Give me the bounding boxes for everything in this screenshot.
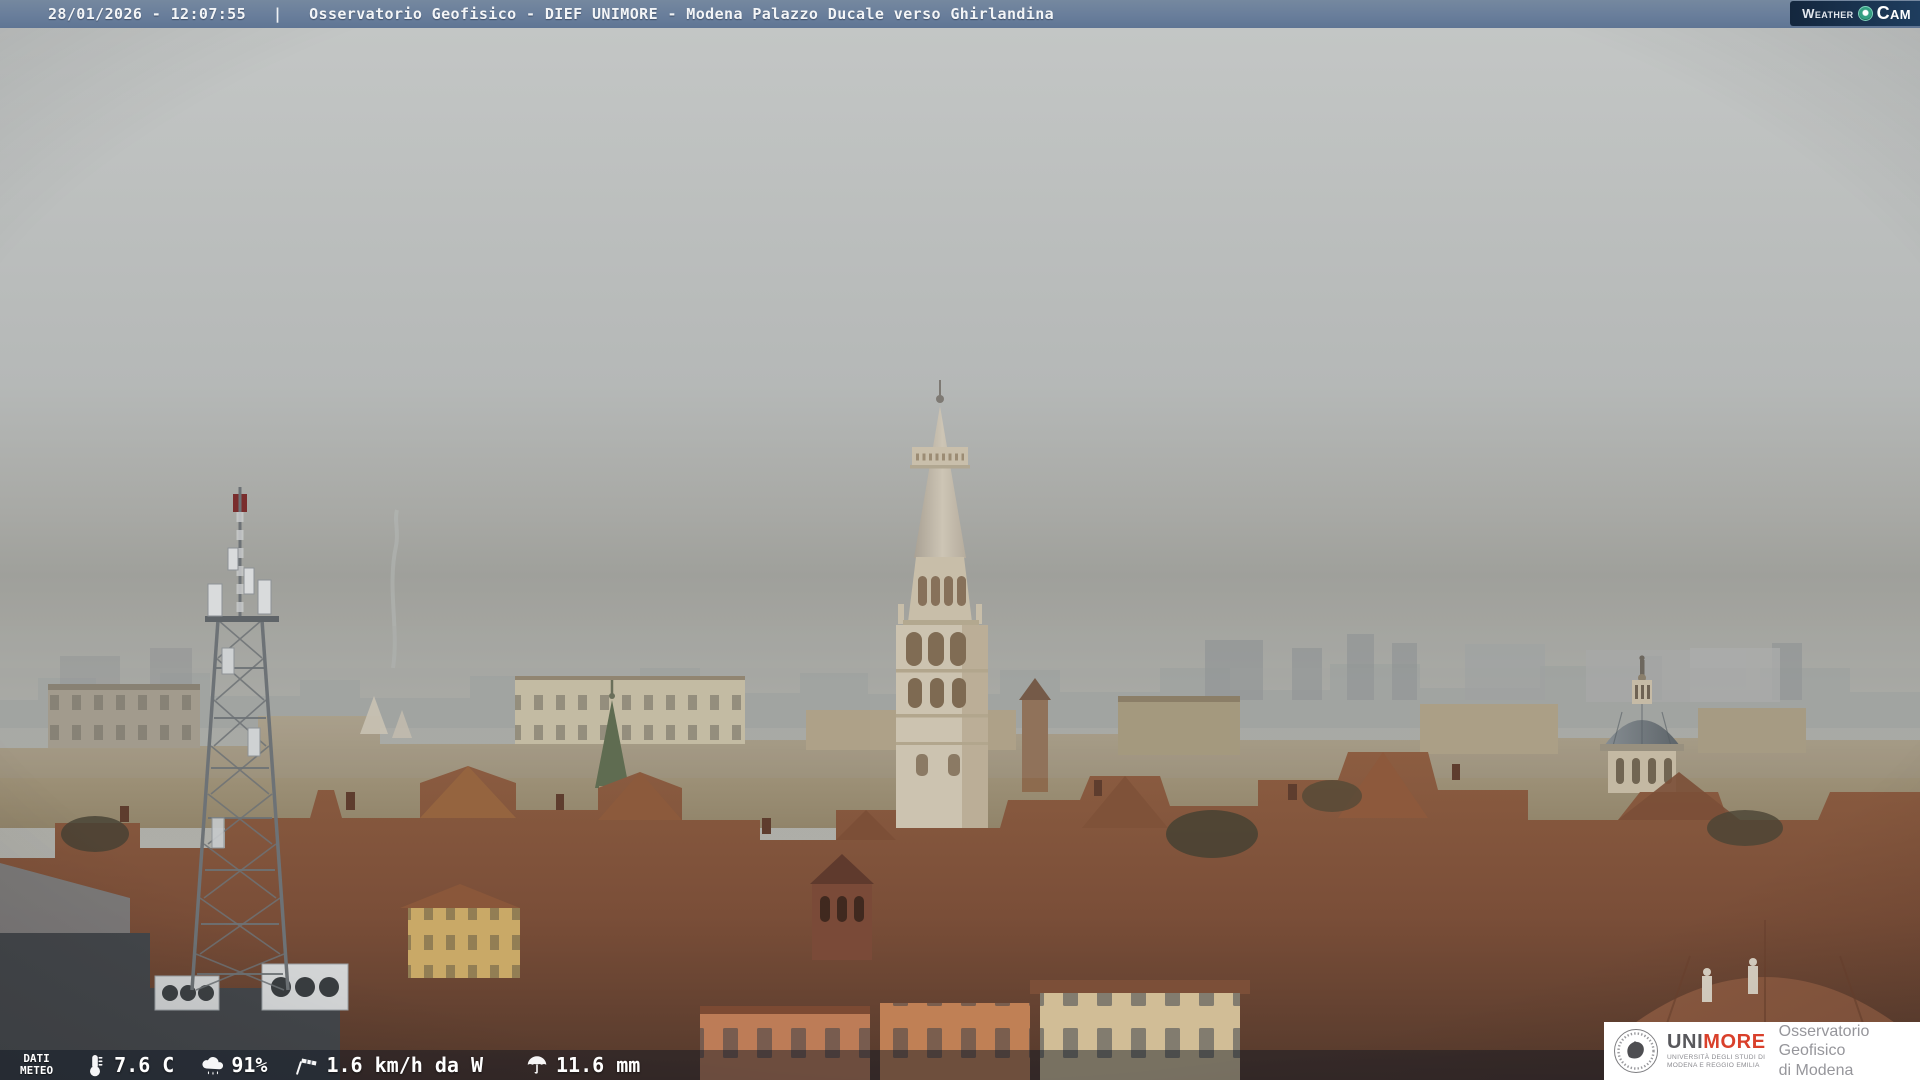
weathercam-logo-cam: Cam [1876,3,1911,23]
umbrella-icon [527,1056,547,1074]
rain-readout: 11.6 mm [525,1053,640,1077]
weather-data-label: DATI METEO [20,1052,54,1077]
observatory-name-line2: di Modena [1778,1061,1854,1079]
webcam-frame: 28/01/2026 - 12:07:55 | Osservatorio Geo… [0,0,1920,1080]
unimore-branding: UNIMORE UNIVERSITÀ DEGLI STUDI DI MODENA… [1604,1022,1920,1080]
unimore-uni: UNI [1667,1030,1704,1053]
temperature-value: 7.6 C [114,1053,175,1077]
humidity-cloud-icon [202,1056,224,1075]
city-panorama-photo [0,28,1920,1080]
windsock-icon [296,1058,317,1075]
vignette [0,28,1920,1080]
observatory-name: Osservatorio Geofisico di Modena [1779,1022,1920,1080]
observatory-name-line1: Osservatorio Geofisico [1778,1022,1870,1060]
wind-value: 1.6 km/h da W [326,1053,484,1077]
weather-data-label-line2: METEO [20,1064,54,1077]
thermometer-icon [90,1055,103,1077]
unimore-more: MORE [1703,1030,1766,1053]
unimore-wordmark: UNIMORE UNIVERSITÀ DEGLI STUDI DI MODENA… [1667,1032,1766,1071]
unimore-sub-line2: MODENA E REGGIO EMILIA [1667,1062,1760,1070]
weathercam-logo: Weather Cam [1790,1,1920,26]
separator: | [273,5,283,23]
rain-value: 11.6 mm [556,1053,641,1077]
weathercam-logo-weather: Weather [1802,6,1854,21]
wind-readout: 1.6 km/h da W [295,1053,483,1077]
temperature-readout: 7.6 C [83,1053,174,1077]
humidity-readout: 91% [200,1053,267,1077]
timestamp: 28/01/2026 - 12:07:55 [48,5,247,23]
header-bar: 28/01/2026 - 12:07:55 | Osservatorio Geo… [0,0,1920,28]
humidity-value: 91% [231,1053,268,1077]
unimore-sub-line1: UNIVERSITÀ DEGLI STUDI DI [1667,1054,1766,1062]
camera-lens-icon [1857,6,1873,21]
unimore-seal-icon [1614,1029,1658,1073]
page-title: Osservatorio Geofisico - DIEF UNIMORE - … [309,5,1055,23]
